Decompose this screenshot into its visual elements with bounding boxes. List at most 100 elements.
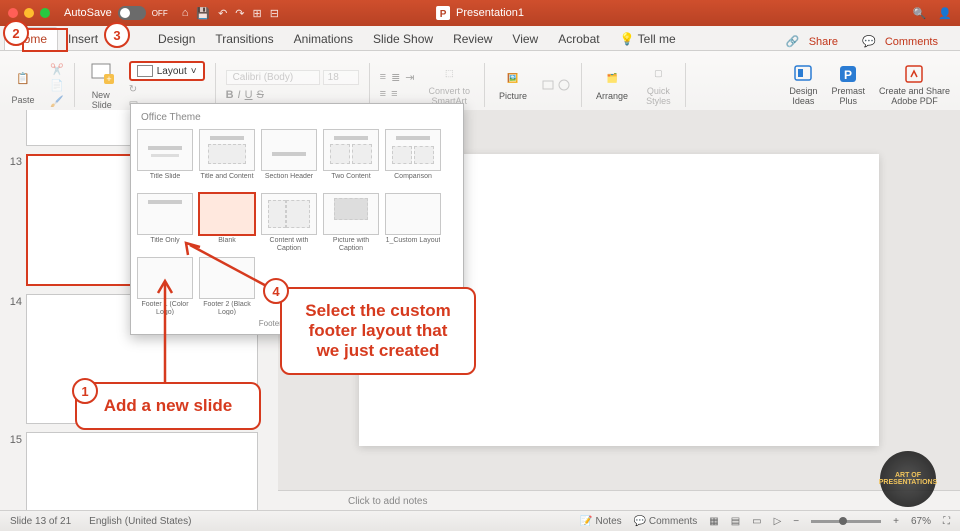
svg-text:P: P: [440, 9, 447, 20]
format-painter-icon[interactable]: 🖌️: [50, 95, 64, 108]
adobe-pdf-button[interactable]: Create and Share Adobe PDF: [875, 61, 954, 109]
sorter-view-icon[interactable]: ▤: [731, 516, 740, 527]
picture-button[interactable]: 🖼️ Picture: [495, 66, 531, 104]
underline-icon[interactable]: U: [245, 89, 253, 101]
bold-icon[interactable]: B: [226, 89, 234, 101]
search-icon[interactable]: 🔍: [913, 7, 927, 20]
design-ideas-icon: [792, 63, 814, 85]
slide-counter: Slide 13 of 21: [10, 516, 71, 527]
annotation-circle-1: 1: [72, 378, 98, 404]
zoom-in-icon[interactable]: +: [893, 516, 899, 527]
reset-icon[interactable]: ↻: [129, 84, 205, 95]
annotation-text-1: Add a new slide: [75, 382, 261, 430]
qat-icon: ⊟: [270, 7, 279, 20]
autosave-toggle[interactable]: AutoSave OFF: [64, 6, 168, 20]
arrange-button[interactable]: 🗂️ Arrange: [592, 66, 632, 104]
styles-icon: ▢: [647, 63, 669, 85]
tab-animations[interactable]: Animations: [284, 28, 363, 50]
tab-acrobat[interactable]: Acrobat: [548, 28, 609, 50]
svg-text:P: P: [844, 68, 852, 82]
mac-titlebar: AutoSave OFF ⌂ 💾 ↶ ↷ ⊞ ⊟ P Presentation1…: [0, 0, 960, 26]
close-window-icon[interactable]: [8, 8, 18, 18]
layout-custom-1[interactable]: 1_Custom Layout: [385, 193, 441, 251]
home-icon[interactable]: ⌂: [182, 7, 189, 19]
zoom-value[interactable]: 67%: [911, 516, 931, 527]
tab-view[interactable]: View: [502, 28, 548, 50]
annotation-text-4: Select the custom footer layout that we …: [280, 287, 476, 375]
bullets-icon[interactable]: ≡: [380, 71, 386, 84]
annotation-circle-2: 2: [3, 20, 29, 46]
new-slide-button[interactable]: + New Slide: [85, 55, 119, 115]
smartart-button[interactable]: ⬚ Convert to SmartArt: [425, 61, 475, 109]
slide-thumbnail-15[interactable]: [26, 432, 258, 511]
share-button[interactable]: 🔗 Share: [780, 33, 850, 50]
layout-two-content[interactable]: Two Content: [323, 129, 379, 187]
premast-button[interactable]: P Premast Plus: [827, 61, 869, 109]
tab-review[interactable]: Review: [443, 28, 502, 50]
normal-view-icon[interactable]: ▦: [709, 516, 718, 527]
layout-title-slide[interactable]: Title Slide: [137, 129, 193, 187]
font-size-combo[interactable]: 18: [323, 70, 359, 85]
layout-gallery-header: Office Theme: [137, 110, 457, 129]
picture-icon: 🖼️: [502, 68, 524, 90]
font-name-combo[interactable]: Calibri (Body): [226, 70, 320, 85]
layout-section-header[interactable]: Section Header: [261, 129, 317, 187]
comments-toggle[interactable]: 💬 Comments: [634, 516, 698, 527]
shape-rect-icon[interactable]: [541, 78, 555, 92]
layout-icon: [137, 65, 153, 77]
qat-icon: ⊞: [253, 7, 262, 20]
layout-title-content[interactable]: Title and Content: [199, 129, 255, 187]
tab-design[interactable]: Design: [148, 28, 205, 50]
italic-icon[interactable]: I: [238, 89, 241, 101]
paste-group[interactable]: 📋 Paste: [6, 55, 40, 115]
account-icon[interactable]: 👤: [938, 7, 952, 20]
indent-icon[interactable]: ⇥: [405, 71, 414, 84]
notes-placeholder[interactable]: Click to add notes: [278, 490, 960, 511]
save-icon[interactable]: 💾: [196, 7, 210, 20]
document-title: P Presentation1: [436, 6, 524, 20]
undo-icon[interactable]: ↶: [218, 7, 227, 20]
tab-slideshow[interactable]: Slide Show: [363, 28, 443, 50]
copy-icon[interactable]: 📄: [50, 79, 64, 92]
strike-icon[interactable]: S: [257, 89, 264, 101]
tab-transitions[interactable]: Transitions: [205, 28, 283, 50]
layout-dropdown-button[interactable]: Layout ˅: [129, 61, 205, 81]
annotation-circle-4: 4: [263, 278, 289, 304]
shape-circle-icon[interactable]: [557, 78, 571, 92]
watermark-logo: ART OF PRESENTATIONS: [880, 451, 936, 507]
arrange-icon: 🗂️: [601, 68, 623, 90]
annotation-circle-3: 3: [104, 22, 130, 48]
align-left-icon[interactable]: ≡: [380, 88, 386, 100]
ribbon-tabs: Home Insert Draw Design Transitions Anim…: [0, 26, 960, 51]
zoom-slider[interactable]: [811, 520, 881, 523]
window-controls[interactable]: [8, 8, 50, 18]
design-ideas-button[interactable]: Design Ideas: [785, 61, 821, 109]
numbering-icon[interactable]: ≣: [391, 71, 400, 84]
zoom-out-icon[interactable]: −: [793, 516, 799, 527]
slideshow-view-icon[interactable]: ▷: [774, 516, 782, 527]
language-status[interactable]: English (United States): [89, 516, 191, 527]
reading-view-icon[interactable]: ▭: [752, 516, 761, 527]
adobe-icon: [903, 63, 925, 85]
tellme[interactable]: 💡 Tell me: [610, 28, 686, 50]
toggle-icon[interactable]: [118, 6, 146, 20]
redo-icon[interactable]: ↷: [235, 7, 244, 20]
autosave-label: AutoSave: [64, 7, 112, 19]
quick-styles-button[interactable]: ▢ Quick Styles: [642, 61, 675, 109]
minimize-window-icon[interactable]: [24, 8, 34, 18]
autosave-state: OFF: [152, 9, 168, 18]
new-slide-icon: +: [89, 60, 115, 86]
notes-toggle[interactable]: 📝 Notes: [580, 516, 621, 527]
fullscreen-window-icon[interactable]: [40, 8, 50, 18]
clipboard-icon: 📋: [10, 65, 36, 91]
cut-icon[interactable]: ✂️: [50, 63, 64, 76]
smartart-icon: ⬚: [438, 63, 460, 85]
tab-insert[interactable]: Insert: [58, 28, 108, 50]
annotation-arrow-1: [150, 275, 180, 385]
svg-text:+: +: [106, 74, 111, 84]
fit-window-icon[interactable]: ⛶: [943, 516, 950, 527]
layout-picture-caption[interactable]: Picture with Caption: [323, 193, 379, 251]
comments-button[interactable]: 💬 Comments: [856, 33, 950, 50]
align-center-icon[interactable]: ≡: [391, 88, 397, 100]
layout-comparison[interactable]: Comparison: [385, 129, 441, 187]
